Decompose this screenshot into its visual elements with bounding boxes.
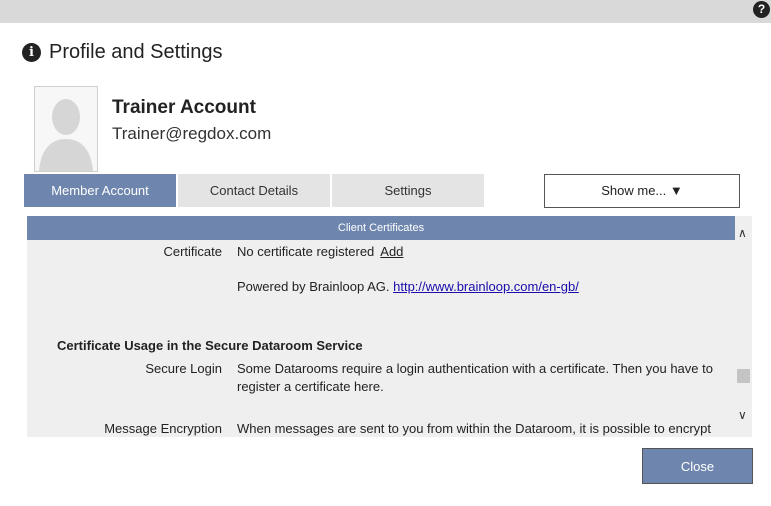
certificate-value: No certificate registered (237, 244, 375, 259)
client-certificates-panel: Client Certificates Certificate No certi… (27, 216, 752, 437)
tab-member-account[interactable]: Member Account (24, 174, 176, 207)
secure-login-value: Some Datarooms require a login authentic… (237, 361, 713, 394)
usage-heading: Certificate Usage in the Secure Dataroom… (57, 338, 363, 353)
account-name: Trainer Account (112, 97, 256, 118)
show-me-dropdown[interactable]: Show me... ▼ (544, 174, 740, 208)
certificate-label: Certificate (163, 244, 222, 259)
tab-contact-details[interactable]: Contact Details (178, 174, 330, 207)
help-icon[interactable]: ? (753, 1, 770, 18)
vertical-scrollbar[interactable]: ∧ ∨ (735, 216, 752, 437)
scroll-thumb[interactable] (737, 369, 750, 383)
section-header: Client Certificates (27, 216, 735, 240)
close-button[interactable]: Close (642, 448, 753, 484)
avatar-silhouette-icon (35, 87, 97, 171)
message-encryption-value: When messages are sent to you from withi… (237, 421, 711, 436)
account-email: Trainer@regdox.com (112, 124, 272, 143)
tab-settings[interactable]: Settings (332, 174, 484, 207)
brainloop-link[interactable]: http://www.brainloop.com/en-gb/ (393, 279, 579, 294)
top-bar: ? (0, 0, 771, 23)
scroll-up-icon[interactable]: ∧ (738, 226, 747, 240)
message-encryption-label: Message Encryption (104, 421, 222, 436)
scroll-down-icon[interactable]: ∨ (738, 408, 747, 422)
dialog-title: Profile and Settings (49, 41, 223, 63)
secure-login-label: Secure Login (145, 361, 222, 376)
dialog-title-row: i Profile and Settings (22, 41, 222, 64)
info-icon: i (22, 43, 41, 62)
add-certificate-link[interactable]: Add (380, 244, 403, 259)
powered-by-row: Powered by Brainloop AG. http://www.brai… (237, 278, 579, 296)
certificate-value-row: No certificate registered Add (237, 243, 403, 261)
avatar (34, 86, 98, 172)
powered-by-text: Powered by Brainloop AG. (237, 279, 390, 294)
